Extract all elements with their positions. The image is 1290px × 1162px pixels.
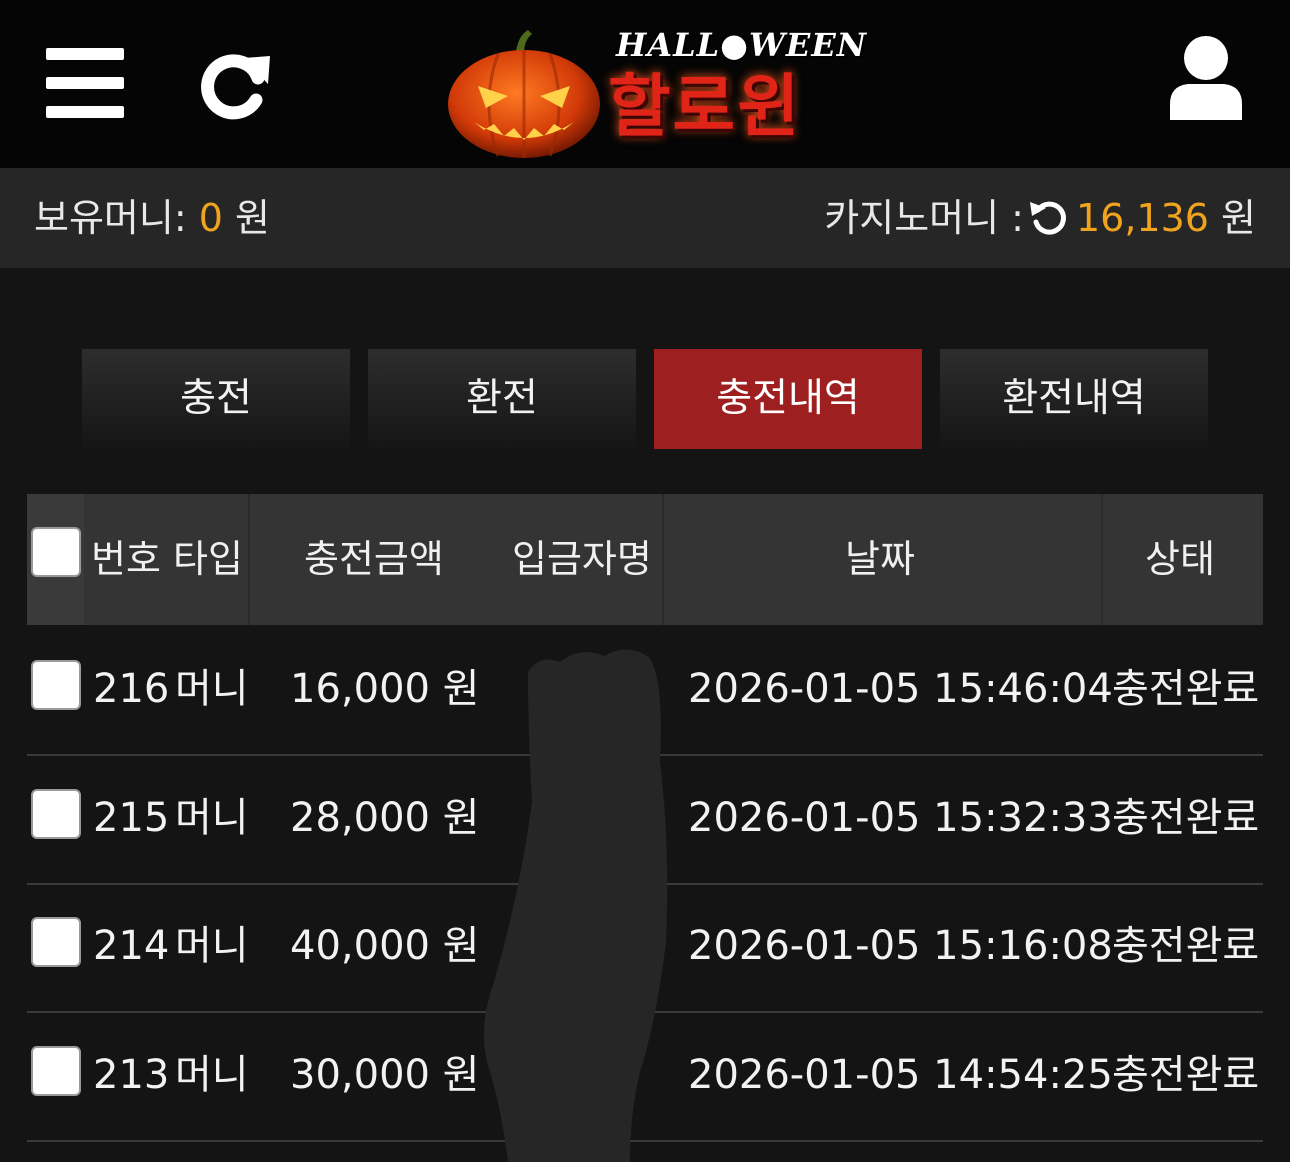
pumpkin-icon <box>448 30 600 158</box>
column-header-date: 날짜 <box>845 537 915 581</box>
redaction-mark <box>483 649 668 1162</box>
row-number: 214 <box>93 923 170 969</box>
holding-money-label: 보유머니: <box>34 196 187 240</box>
holding-money: 보유머니: 0 원 <box>34 194 270 242</box>
tab-charge[interactable]: 충전 <box>82 349 350 449</box>
row-status: 충전완료 <box>1112 666 1260 712</box>
logo-halloween-text: HALL●WEEN <box>616 26 867 64</box>
column-header-number-type: 번호 타입 <box>91 537 243 581</box>
column-header-amount: 충전금액 <box>304 537 444 581</box>
casino-money: 카지노머니 : 16,136 원 <box>824 194 1256 242</box>
row-amount: 16,000 원 <box>290 666 480 712</box>
casino-money-value: 16,136 <box>1075 196 1209 240</box>
tab-charge-history[interactable]: 충전내역 <box>654 349 922 449</box>
money-bar: 보유머니: 0 원 카지노머니 : 16,136 원 <box>0 168 1290 268</box>
table-header: 번호 타입 충전금액 입금자명 날짜 상태 <box>27 494 1263 625</box>
holding-money-unit: 원 <box>235 196 270 240</box>
row-checkbox[interactable] <box>31 789 81 839</box>
row-date: 2026-01-05 14:54:25 <box>688 1052 1113 1098</box>
row-number: 216 <box>93 666 170 712</box>
row-number: 215 <box>93 795 170 841</box>
refresh-icon[interactable] <box>198 48 274 124</box>
row-date: 2026-01-05 15:32:33 <box>688 795 1113 841</box>
row-checkbox[interactable] <box>31 1046 81 1096</box>
row-date: 2026-01-05 15:16:08 <box>688 923 1113 969</box>
column-header-depositor: 입금자명 <box>512 537 652 581</box>
row-date: 2026-01-05 15:46:04 <box>688 666 1113 712</box>
row-status: 충전완료 <box>1112 1052 1260 1098</box>
row-type: 머니 <box>175 923 249 969</box>
user-icon[interactable] <box>1166 34 1246 120</box>
column-header-status: 상태 <box>1145 537 1215 581</box>
row-amount: 28,000 원 <box>290 795 480 841</box>
holding-money-value: 0 <box>198 196 223 240</box>
tab-withdraw-history[interactable]: 환전내역 <box>940 349 1208 449</box>
casino-refresh-icon[interactable] <box>1028 196 1068 236</box>
tab-withdraw[interactable]: 환전 <box>368 349 636 449</box>
row-checkbox[interactable] <box>31 917 81 967</box>
row-status: 충전완료 <box>1112 923 1260 969</box>
casino-money-unit: 원 <box>1221 196 1256 240</box>
row-amount: 30,000 원 <box>290 1052 480 1098</box>
row-amount: 40,000 원 <box>290 923 480 969</box>
row-type: 머니 <box>175 666 249 712</box>
row-type: 머니 <box>175 1052 249 1098</box>
logo-title: 할로윈 <box>608 68 802 147</box>
select-all-checkbox[interactable] <box>31 527 81 577</box>
top-header: HALL●WEEN 할로윈 <box>0 0 1290 168</box>
row-checkbox[interactable] <box>31 660 81 710</box>
casino-money-label: 카지노머니 : <box>824 196 1024 240</box>
row-number: 213 <box>93 1052 170 1098</box>
site-logo[interactable]: HALL●WEEN 할로윈 <box>446 22 866 160</box>
menu-icon[interactable] <box>46 48 124 118</box>
row-type: 머니 <box>175 795 249 841</box>
row-status: 충전완료 <box>1112 795 1260 841</box>
